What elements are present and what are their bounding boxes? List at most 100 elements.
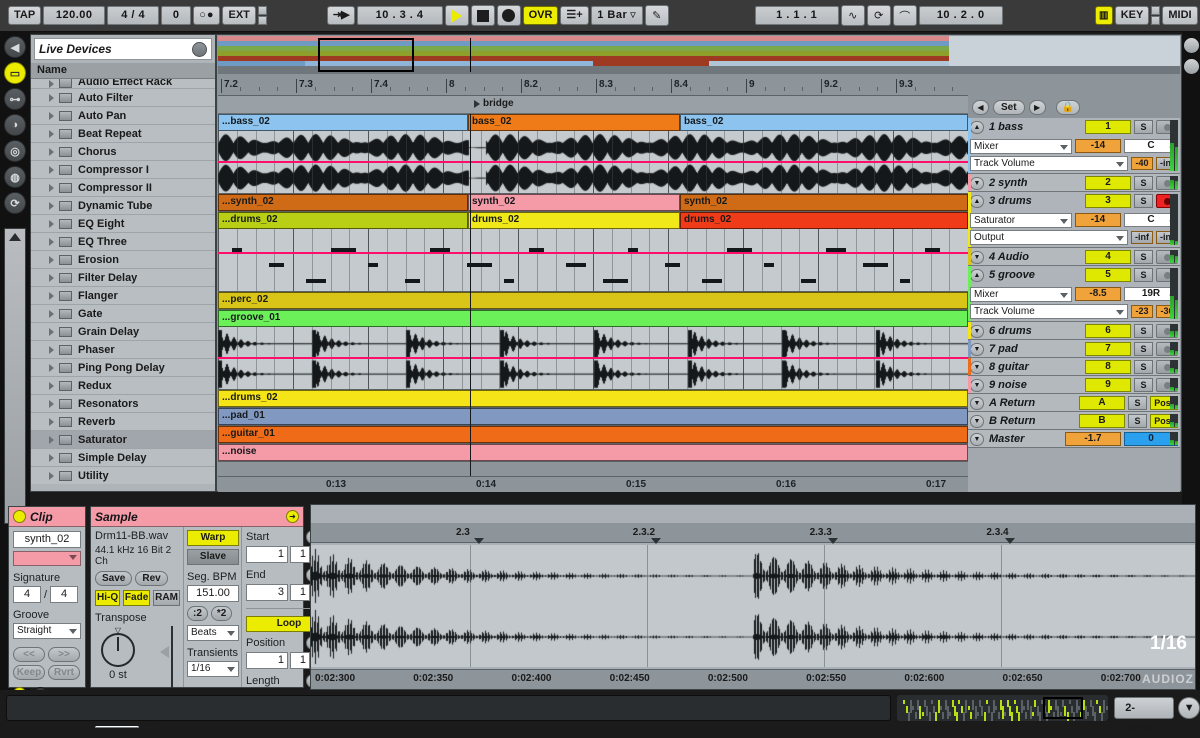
collapse-track-icon[interactable]: ▲ xyxy=(970,269,984,282)
start-field[interactable]: 1 xyxy=(290,546,310,563)
midi-note[interactable] xyxy=(764,263,774,267)
arrangement-clip[interactable]: ...bass_02 xyxy=(218,114,468,131)
track-slot-indicator[interactable]: 6 xyxy=(1085,324,1131,338)
solo-button[interactable]: S xyxy=(1134,120,1153,134)
warp-unit-selector[interactable]: Beats xyxy=(187,625,239,641)
mixer-track-list[interactable]: ▲1 bass1SMixer-14CTrack Volume-40-inf▼2 … xyxy=(968,118,1180,448)
grooves-icon[interactable]: ◍ xyxy=(4,166,26,188)
arrangement-clip[interactable]: ...synth_02 xyxy=(218,194,468,211)
mixer-track-header[interactable]: ▲5 groove5SMixer-8.519RTrack Volume-23-3… xyxy=(968,266,1180,322)
collapse-track-icon[interactable]: ▲ xyxy=(970,121,984,134)
groove-next-button[interactable]: >> xyxy=(48,647,80,662)
midi-note[interactable] xyxy=(900,279,910,283)
solo-button[interactable]: S xyxy=(1134,342,1153,356)
transpose-knob[interactable] xyxy=(101,633,135,667)
arrangement-track[interactable]: ...noise xyxy=(218,444,968,462)
solo-button[interactable]: S xyxy=(1134,250,1153,264)
selected-track-label[interactable]: 2-synth xyxy=(1114,697,1174,719)
arrangement-clip[interactable]: ...pad_01 xyxy=(218,408,968,425)
parameter-selector[interactable]: Output xyxy=(970,230,1128,245)
punch-in-curve-icon[interactable]: ∿ xyxy=(841,5,865,26)
warp-marker-icon[interactable] xyxy=(828,538,838,544)
disclosure-triangle-icon[interactable] xyxy=(49,148,54,156)
disclosure-triangle-icon[interactable] xyxy=(49,238,54,246)
disclosure-triangle-icon[interactable] xyxy=(49,454,54,462)
mixer-track-header[interactable]: ▼9 noise9S xyxy=(968,376,1180,394)
automation-line[interactable] xyxy=(218,252,968,254)
track-name[interactable]: 7 pad xyxy=(987,343,1082,355)
groove-prev-button[interactable]: << xyxy=(13,647,45,662)
mixer-track-header[interactable]: ▼6 drums6S xyxy=(968,322,1180,340)
parameter-selector[interactable]: Track Volume xyxy=(970,304,1128,319)
arrangement-track[interactable]: ...synth_02synth_02synth_02 xyxy=(218,194,968,212)
solo-button[interactable]: S xyxy=(1134,268,1153,282)
fade-button[interactable]: Fade xyxy=(123,590,150,606)
end-field[interactable]: 1 xyxy=(290,584,310,601)
arrangement-clip[interactable]: bass_02 xyxy=(468,114,680,131)
tap-tempo-button[interactable]: TAP xyxy=(8,6,41,25)
midi-note[interactable] xyxy=(603,279,628,283)
loop-start-field[interactable]: 1 . 1 . 1 xyxy=(755,6,839,25)
seg-bpm-field[interactable]: 151.00 xyxy=(187,585,239,602)
end-field[interactable]: 3 xyxy=(246,584,288,601)
expand-track-icon[interactable]: ▼ xyxy=(970,251,984,264)
expand-track-icon[interactable]: ▼ xyxy=(970,397,984,410)
browser-item[interactable]: Chorus xyxy=(31,143,215,161)
browser-item[interactable]: Ping Pong Delay xyxy=(31,359,215,377)
plug-icon[interactable]: ⊶ xyxy=(4,88,26,110)
midi-note[interactable] xyxy=(801,279,816,283)
track-name[interactable]: B Return xyxy=(987,415,1076,427)
track-slot-indicator[interactable]: 1 xyxy=(1085,120,1131,134)
clip-row[interactable]: ...perc_02 xyxy=(218,292,968,309)
mixer-track-header[interactable]: ▲1 bass1SMixer-14CTrack Volume-40-inf xyxy=(968,118,1180,174)
sample-reverse-button[interactable]: Rev xyxy=(135,571,167,586)
mixer-track-header[interactable]: ▼4 Audio4S xyxy=(968,248,1180,266)
hi-q-button[interactable]: Hi-Q xyxy=(95,590,120,606)
device-selector[interactable]: Mixer xyxy=(970,139,1072,154)
browser-item[interactable]: Utility xyxy=(31,467,215,484)
value-a-field[interactable]: -40 xyxy=(1131,157,1153,170)
browser-item[interactable]: Auto Filter xyxy=(31,89,215,107)
browser-item[interactable]: Redux xyxy=(31,377,215,395)
browser-item[interactable]: Gate xyxy=(31,305,215,323)
disclosure-triangle-icon[interactable] xyxy=(49,166,54,174)
browser-item[interactable]: Saturator xyxy=(31,431,215,449)
lock-icon[interactable]: 🔒 xyxy=(1056,100,1080,115)
audio-lane[interactable] xyxy=(218,131,968,193)
mixer-track-header[interactable]: ▼B ReturnBSPost xyxy=(968,412,1180,430)
arrangement-clip[interactable]: drums_02 xyxy=(468,212,680,229)
arrangement-clip[interactable]: bass_02 xyxy=(680,114,968,131)
disclosure-triangle-icon[interactable] xyxy=(49,80,54,88)
disclosure-triangle-icon[interactable] xyxy=(49,184,54,192)
browser-item[interactable]: Reverb xyxy=(31,413,215,431)
browser-item[interactable]: Dynamic Tube xyxy=(31,197,215,215)
track-slot-indicator[interactable]: 7 xyxy=(1085,342,1131,356)
clip-row[interactable]: ...synth_02synth_02synth_02 xyxy=(218,194,968,211)
midi-note[interactable] xyxy=(665,263,680,267)
stop-button[interactable] xyxy=(471,5,495,26)
gain-slider-handle[interactable] xyxy=(160,646,169,658)
browser-item[interactable]: Auto Pan xyxy=(31,107,215,125)
browser-item[interactable]: Simple Delay xyxy=(31,449,215,467)
browser-item[interactable]: Resonators xyxy=(31,395,215,413)
browser-item[interactable]: Erosion xyxy=(31,251,215,269)
mixer-track-header[interactable]: ▼2 synth2S xyxy=(968,174,1180,192)
loop-icon[interactable]: ⟳ xyxy=(867,5,891,26)
track-name[interactable]: Master xyxy=(987,433,1062,445)
track-name[interactable]: 2 synth xyxy=(987,177,1082,189)
disclosure-triangle-icon[interactable] xyxy=(49,346,54,354)
track-value-field[interactable]: -14 xyxy=(1075,213,1121,227)
device-selector[interactable]: Mixer xyxy=(970,287,1072,302)
arrangement-clip[interactable]: synth_02 xyxy=(468,194,680,211)
disclosure-triangle-icon[interactable] xyxy=(49,382,54,390)
arrangement-clip[interactable]: ...perc_02 xyxy=(218,292,968,309)
gain-slider-track[interactable] xyxy=(171,626,173,688)
beat-time-ruler[interactable]: 7.27.37.488.28.38.499.29.3 xyxy=(218,76,968,96)
disclosure-triangle-icon[interactable] xyxy=(49,364,54,372)
arrangement-overview[interactable] xyxy=(218,36,1180,74)
automation-line[interactable] xyxy=(218,161,968,163)
audio-lane[interactable] xyxy=(218,327,968,389)
track-name[interactable]: 1 bass xyxy=(987,121,1082,133)
clip-row[interactable]: ...pad_01 xyxy=(218,408,968,425)
expand-track-icon[interactable]: ▼ xyxy=(970,177,984,190)
